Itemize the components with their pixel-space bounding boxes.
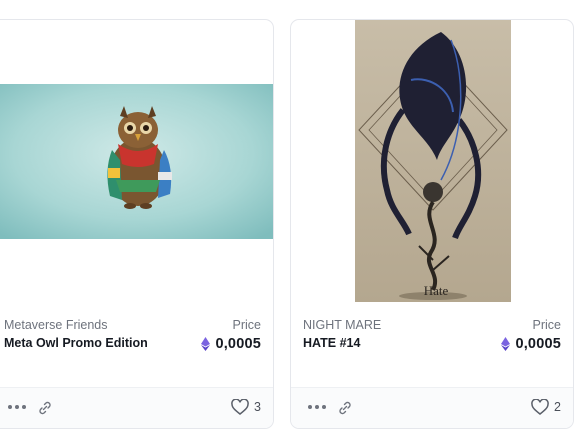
ethereum-icon [201,337,211,351]
nft-title[interactable]: HATE #14 [303,336,360,350]
artwork-caption: Hate [424,283,449,298]
link-icon[interactable] [37,400,53,416]
price: 0,0005 [201,336,261,352]
like-button[interactable]: 3 [231,399,261,415]
heart-icon [231,399,249,415]
price-value: 0,0005 [215,336,261,352]
nft-title[interactable]: Meta Owl Promo Edition [4,336,148,350]
card-footer: 2 [291,387,573,428]
owl-artwork [0,84,273,239]
collection-name[interactable]: Metaverse Friends [4,318,108,332]
ethereum-icon [501,337,511,351]
link-icon[interactable] [337,400,353,416]
card-footer: 3 [0,387,273,428]
like-count: 2 [554,400,561,414]
nft-card-hate[interactable]: Hate NIGHT MARE HATE #14 Price 0,0005 2 [290,19,574,429]
nft-media[interactable] [0,20,273,304]
price-label: Price [232,318,261,332]
like-count: 3 [254,400,261,414]
hate-artwork: Hate [355,20,511,302]
heart-icon [531,399,549,415]
nft-card-meta-owl[interactable]: Metaverse Friends Meta Owl Promo Edition… [0,19,274,429]
collection-name[interactable]: NIGHT MARE [303,318,381,332]
nft-media[interactable]: Hate [291,20,573,304]
like-button[interactable]: 2 [531,399,561,415]
more-options-icon[interactable] [8,405,26,409]
price-label: Price [532,318,561,332]
more-options-icon[interactable] [308,405,326,409]
price-value: 0,0005 [515,336,561,352]
price: 0,0005 [501,336,561,352]
